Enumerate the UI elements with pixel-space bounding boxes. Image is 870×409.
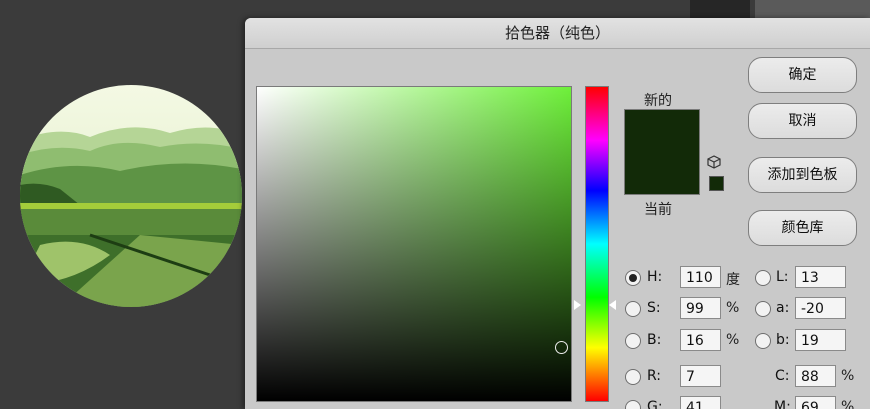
radio-l[interactable] <box>755 270 771 286</box>
radio-lab-b[interactable] <box>755 333 771 349</box>
b-input[interactable]: 16 <box>680 329 721 351</box>
s-input[interactable]: 99 <box>680 297 721 319</box>
m-input[interactable]: 69 <box>795 396 836 409</box>
g-label: G: <box>647 399 663 409</box>
radio-g[interactable] <box>625 400 641 409</box>
c-label: C: <box>775 368 790 384</box>
radio-b[interactable] <box>625 333 641 349</box>
cube-icon[interactable] <box>707 155 721 173</box>
radio-a[interactable] <box>755 301 771 317</box>
cancel-button[interactable]: 取消 <box>748 103 857 139</box>
new-current-color-swatch[interactable] <box>624 109 700 195</box>
s-unit: % <box>726 300 740 316</box>
b-label: B: <box>647 332 662 348</box>
l-label: L: <box>776 269 789 285</box>
top-panel-strip-light <box>755 0 870 18</box>
color-libraries-button[interactable]: 颜色库 <box>748 210 857 246</box>
l-input[interactable]: 13 <box>795 266 846 288</box>
radio-s[interactable] <box>625 301 641 317</box>
c-input[interactable]: 88 <box>795 365 836 387</box>
web-safe-color-swatch[interactable] <box>709 176 724 191</box>
a-label: a: <box>776 300 790 316</box>
r-label: R: <box>647 368 662 384</box>
landscape-illustration <box>20 85 242 307</box>
color-picker-dialog: 拾色器（纯色） 新的 当前 确定 取消 添加到色板 颜色库 H: 110 度 S… <box>245 18 870 409</box>
lab-b-label: b: <box>776 332 790 348</box>
lab-b-input[interactable]: 19 <box>795 329 846 351</box>
h-input[interactable]: 110 <box>680 266 721 288</box>
color-picker-cursor[interactable] <box>555 341 568 354</box>
hue-slider[interactable] <box>585 86 609 402</box>
r-input[interactable]: 7 <box>680 365 721 387</box>
top-panel-strip <box>690 0 750 18</box>
h-label: H: <box>647 269 663 285</box>
radio-r[interactable] <box>625 369 641 385</box>
radio-h[interactable] <box>625 270 641 286</box>
hue-slider-handle-left[interactable] <box>574 300 581 310</box>
saturation-brightness-field[interactable] <box>256 86 572 402</box>
dialog-title: 拾色器（纯色） <box>245 18 870 49</box>
a-input[interactable]: -20 <box>795 297 846 319</box>
m-label: M: <box>774 399 791 409</box>
new-color-label: 新的 <box>644 93 672 109</box>
ok-button[interactable]: 确定 <box>748 57 857 93</box>
m-unit: % <box>841 399 855 409</box>
current-color-label: 当前 <box>644 202 672 218</box>
c-unit: % <box>841 368 855 384</box>
h-unit: 度 <box>726 272 740 288</box>
g-input[interactable]: 41 <box>680 396 721 409</box>
b-unit: % <box>726 332 740 348</box>
s-label: S: <box>647 300 661 316</box>
add-to-swatches-button[interactable]: 添加到色板 <box>748 157 857 193</box>
hue-slider-handle-right[interactable] <box>609 300 616 310</box>
